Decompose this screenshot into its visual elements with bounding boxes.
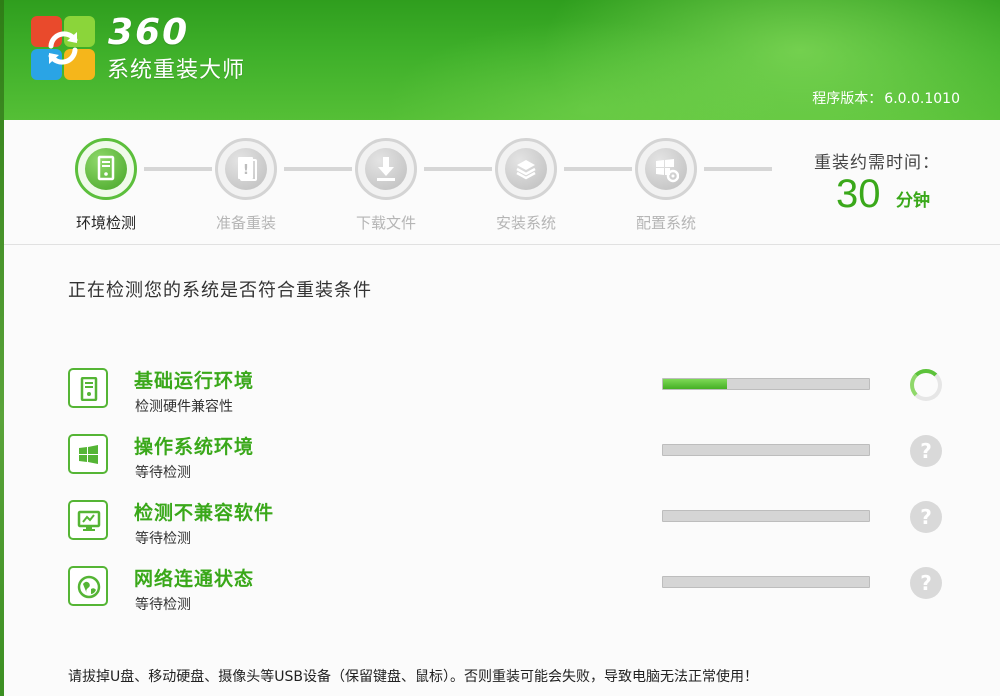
version-info: 程序版本： 6.0.0.1010	[810, 88, 960, 108]
step-label: 安装系统	[495, 214, 556, 232]
step-label: 配置系统	[635, 214, 696, 232]
step-label: 环境检测	[75, 214, 136, 232]
check-progress-bar	[662, 378, 870, 390]
svg-text:!: !	[243, 163, 249, 178]
usb-warning-note: 请拔掉U盘、移动硬盘、摄像头等USB设备（保留键盘、鼠标）。否则重装可能会失败，…	[68, 669, 758, 685]
check-item-network: 网络连通状态 等待检测 ?	[68, 564, 968, 620]
monitor-icon	[68, 500, 108, 540]
windows-gear-icon	[656, 159, 679, 183]
progress-fill	[663, 379, 727, 389]
step-env-check: 环境检测	[71, 138, 141, 233]
check-progress-bar	[662, 444, 870, 456]
check-status-text: 等待检测	[135, 597, 191, 613]
download-icon	[377, 157, 395, 181]
check-item-basic-env: 基础运行环境 检测硬件兼容性	[68, 366, 968, 422]
check-item-os-env: 操作系统环境 等待检测 ?	[68, 432, 968, 488]
check-progress-bar	[662, 576, 870, 588]
check-status-text: 检测硬件兼容性	[135, 399, 233, 415]
check-title: 操作系统环境	[134, 436, 255, 458]
check-progress-bar	[662, 510, 870, 522]
loading-spinner-icon	[910, 369, 942, 401]
document-icon: !	[238, 157, 257, 181]
step-connector	[564, 167, 632, 171]
version-label: 程序版本：	[812, 91, 883, 107]
step-download: 下载文件	[351, 138, 421, 233]
step-connector	[144, 167, 212, 171]
check-status-text: 等待检测	[135, 465, 191, 481]
header: 360 系统重装大师 程序版本： 6.0.0.1010	[4, 0, 1000, 120]
logo-360-icon	[31, 16, 95, 80]
question-icon: ?	[910, 435, 942, 467]
step-configure: 配置系统	[631, 138, 701, 233]
step-connector	[704, 167, 772, 171]
check-item-incompatible-software: 检测不兼容软件 等待检测 ?	[68, 498, 968, 554]
computer-icon	[97, 155, 115, 181]
step-install: 安装系统	[491, 138, 561, 233]
page-title: 正在检测您的系统是否符合重装条件	[68, 280, 372, 301]
step-label: 下载文件	[355, 214, 416, 232]
computer-icon	[68, 368, 108, 408]
estimated-time-label: 重装约需时间：	[814, 153, 940, 173]
question-icon: ?	[910, 567, 942, 599]
question-icon: ?	[910, 501, 942, 533]
step-label: 准备重装	[215, 214, 276, 232]
globe-icon	[68, 566, 108, 606]
check-title: 检测不兼容软件	[134, 502, 275, 524]
check-title: 基础运行环境	[134, 370, 255, 392]
check-title: 网络连通状态	[134, 568, 255, 590]
estimated-time-value: 30	[836, 172, 881, 216]
step-prepare: ! 准备重装	[211, 138, 281, 233]
app-window: 360 系统重装大师 程序版本： 6.0.0.1010 环境检测 ! 准备重装 …	[4, 0, 1000, 696]
brand-number: 360	[108, 12, 190, 53]
estimated-time-unit: 分钟	[896, 191, 930, 211]
windows-icon	[68, 434, 108, 474]
step-connector	[284, 167, 352, 171]
check-status-text: 等待检测	[135, 531, 191, 547]
step-connector	[424, 167, 492, 171]
version-value: 6.0.0.1010	[884, 91, 960, 107]
install-icon	[516, 160, 536, 180]
brand-name: 系统重装大师	[107, 58, 246, 83]
